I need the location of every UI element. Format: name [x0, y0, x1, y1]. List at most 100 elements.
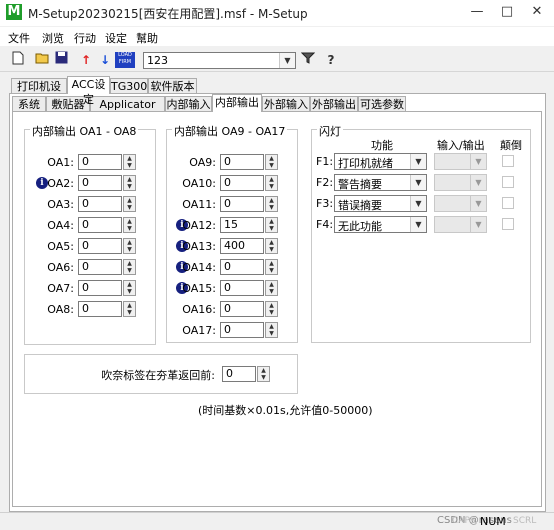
flash-invert-checkbox[interactable] [502, 155, 514, 167]
tab-external-output[interactable]: 外部输出 [310, 96, 358, 112]
output-value-input[interactable]: 15 [220, 217, 264, 233]
output-value-input[interactable]: 0 [78, 175, 122, 191]
minimize-button[interactable]: — [462, 2, 492, 22]
flash-invert-checkbox[interactable] [502, 197, 514, 209]
flash-io-select[interactable]: ▼ [434, 174, 487, 191]
download-arrow-icon[interactable]: ↓ [96, 51, 114, 69]
output-value-spinner[interactable]: ▲ ▼ [265, 259, 278, 275]
tab-printer-settings[interactable]: 打印机设定 [11, 78, 67, 108]
menu-file[interactable]: 文件 [8, 30, 30, 46]
output-value-spinner[interactable]: ▲ ▼ [265, 238, 278, 254]
output-value-input[interactable]: 0 [220, 175, 264, 191]
output-value-input[interactable]: 0 [220, 154, 264, 170]
tab-internal-input[interactable]: 内部输入 [165, 96, 212, 112]
tab-software-version[interactable]: 软件版本 [148, 78, 197, 94]
output-value-spinner[interactable]: ▲ ▼ [265, 217, 278, 233]
output-value-spinner[interactable]: ▲ ▼ [123, 238, 136, 254]
new-file-icon[interactable] [9, 51, 27, 69]
flash-invert-checkbox[interactable] [502, 176, 514, 188]
help-icon[interactable]: ? [322, 51, 340, 69]
status-bar: CSDN @rasens CAPS NUM SCRL [0, 512, 554, 530]
output-value-spinner[interactable]: ▲ ▼ [123, 217, 136, 233]
output-value-input[interactable]: 400 [220, 238, 264, 254]
maximize-button[interactable]: □ [492, 2, 522, 22]
output-label: OA8: [47, 303, 74, 316]
tab-external-input[interactable]: 外部输入 [262, 96, 310, 112]
window-title: M-Setup20230215[西安在用配置].msf - M-Setup [28, 7, 308, 21]
output-value-input[interactable]: 0 [220, 196, 264, 212]
output-value-input[interactable]: 0 [78, 217, 122, 233]
output-value-input[interactable]: 0 [220, 280, 264, 296]
scrl-indicator: SCRL [513, 516, 537, 526]
output-value-input[interactable]: 0 [78, 280, 122, 296]
output-value-spinner[interactable]: ▲ ▼ [265, 322, 278, 338]
flash-io-select[interactable]: ▼ [434, 195, 487, 212]
menu-help[interactable]: 幫助 [136, 30, 158, 46]
chevron-down-icon: ▼ [410, 154, 426, 169]
blow-spinner[interactable]: ▲ ▼ [257, 366, 270, 382]
output-value-spinner[interactable]: ▲ ▼ [265, 280, 278, 296]
printer-combo[interactable]: 123 ▼ [143, 52, 296, 69]
flash-function-value: 无此功能 [338, 220, 382, 233]
output-value-spinner[interactable]: ▲ ▼ [123, 196, 136, 212]
output-value-input[interactable]: 0 [78, 238, 122, 254]
open-folder-icon[interactable] [33, 51, 51, 69]
flash-function-select[interactable]: 警告摘要 ▼ [334, 174, 427, 191]
output-label: OA11: [182, 198, 216, 211]
output-value-spinner[interactable]: ▲ ▼ [265, 154, 278, 170]
output-value-spinner[interactable]: ▲ ▼ [265, 196, 278, 212]
output-value-input[interactable]: 0 [78, 259, 122, 275]
group-flash-title: 闪灯 [317, 123, 343, 139]
output-value-input[interactable]: 0 [78, 154, 122, 170]
tab-acc-settings[interactable]: ACC设定 [67, 76, 110, 106]
flash-invert-checkbox[interactable] [502, 218, 514, 230]
chevron-down-icon: ▼ [470, 217, 486, 232]
output-value-spinner[interactable]: ▲ ▼ [123, 175, 136, 191]
chevron-down-icon: ▼ [410, 196, 426, 211]
flash-function-select[interactable]: 无此功能 ▼ [334, 216, 427, 233]
tab-tg300[interactable]: TG300 [110, 78, 148, 94]
flash-function-select[interactable]: 错误摘要 ▼ [334, 195, 427, 212]
output-label: OA5: [47, 240, 74, 253]
flash-io-select[interactable]: ▼ [434, 216, 487, 233]
filter-icon[interactable] [299, 51, 317, 69]
output-label: OA12: [182, 219, 216, 232]
output-label: OA16: [182, 303, 216, 316]
flash-function-select[interactable]: 打印机就绪 ▼ [334, 153, 427, 170]
chevron-down-icon: ▼ [279, 53, 295, 68]
col-function-header: 功能 [371, 139, 393, 152]
output-value-input[interactable]: 0 [220, 259, 264, 275]
output-value-spinner[interactable]: ▲ ▼ [123, 280, 136, 296]
menu-settings[interactable]: 设定 [105, 30, 127, 46]
tab-system[interactable]: 系统 [12, 96, 46, 112]
output-value-spinner[interactable]: ▲ ▼ [123, 259, 136, 275]
output-value-input[interactable]: 0 [220, 301, 264, 317]
time-base-note: (时间基数×0.01s,允许值0-50000) [198, 404, 373, 417]
blow-input[interactable]: 0 [222, 366, 256, 382]
output-value-spinner[interactable]: ▲ ▼ [265, 175, 278, 191]
output-value-input[interactable]: 0 [78, 196, 122, 212]
output-label: OA15: [182, 282, 216, 295]
load-firm-icon[interactable]: LOAD FIRM [115, 52, 135, 68]
caps-indicator: CAPS [452, 516, 476, 526]
toolbar: ↑ ↓ LOAD FIRM 123 ▼ ? [0, 48, 554, 72]
chevron-down-icon: ▼ [470, 154, 486, 169]
close-button[interactable]: ✕ [522, 2, 552, 22]
output-value-input[interactable]: 0 [78, 301, 122, 317]
upload-arrow-icon[interactable]: ↑ [77, 51, 95, 69]
output-value-spinner[interactable]: ▲ ▼ [123, 154, 136, 170]
output-value-spinner[interactable]: ▲ ▼ [123, 301, 136, 317]
flash-io-select[interactable]: ▼ [434, 153, 487, 170]
flash-row-label: F3: [316, 197, 334, 210]
output-value-input[interactable]: 0 [220, 322, 264, 338]
app-logo: M [6, 4, 22, 20]
menu-action[interactable]: 行动 [74, 30, 96, 46]
tab-applicator-2[interactable]: Applicator (2) [90, 96, 165, 126]
title-bar: M M-Setup20230215[西安在用配置].msf - M-Setup … [0, 0, 554, 26]
output-value-spinner[interactable]: ▲ ▼ [265, 301, 278, 317]
tab-internal-output[interactable]: 内部输出 [212, 94, 262, 112]
menu-browse[interactable]: 浏览 [42, 30, 64, 46]
col-io-header: 输入/输出 [437, 139, 485, 152]
save-icon[interactable] [52, 51, 70, 69]
tab-optional-params[interactable]: 可选参数 [358, 96, 406, 112]
